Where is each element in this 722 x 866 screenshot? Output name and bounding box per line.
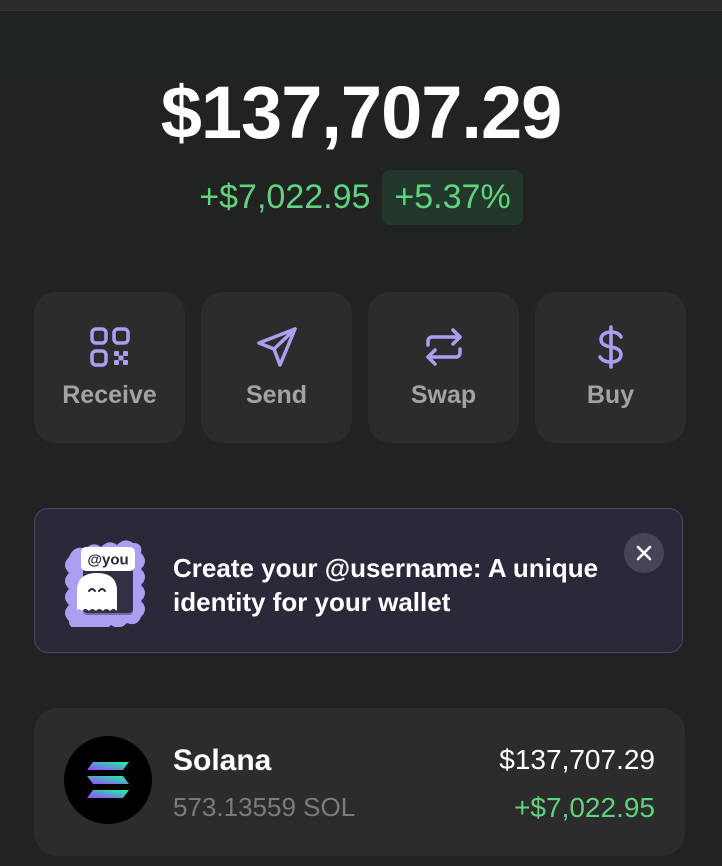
token-value: $137,707.29 <box>499 744 655 775</box>
send-icon <box>256 327 297 367</box>
total-balance: $137,707.29 <box>160 71 563 154</box>
swap-button[interactable]: Swap <box>368 292 519 443</box>
banner-message: Create your @username: A unique identity… <box>173 553 599 617</box>
username-ghost-illustration: @you <box>65 540 145 627</box>
qr-code-icon <box>89 327 130 367</box>
top-divider <box>0 0 722 11</box>
token-row-solana[interactable]: Solana 573.13559 SOL $137,707.29 +$7,022… <box>34 708 685 856</box>
token-change: +$7,022.95 <box>514 792 655 823</box>
solana-logo-icon <box>64 736 152 824</box>
balance-change-amount: +$7,022.95 <box>199 178 371 216</box>
swap-icon <box>425 328 462 366</box>
receive-button[interactable]: Receive <box>34 292 185 443</box>
buy-button[interactable]: Buy <box>535 292 686 443</box>
token-amount: 573.13559 SOL <box>173 792 356 822</box>
balance-change-row: +$7,022.95 +5.37% <box>0 170 722 225</box>
dollar-icon <box>597 325 623 369</box>
close-icon <box>636 545 652 561</box>
banner-close-button[interactable] <box>624 533 664 573</box>
token-name: Solana <box>173 744 272 777</box>
send-label: Send <box>245 381 308 409</box>
username-promo-banner[interactable]: @you Create your @username: A unique ide… <box>34 508 683 653</box>
username-tag-text: @you <box>87 552 128 569</box>
balance-change-percent-badge: +5.37% <box>382 170 523 225</box>
receive-label: Receive <box>62 381 157 409</box>
send-button[interactable]: Send <box>201 292 352 443</box>
buy-label: Buy <box>586 381 635 409</box>
action-buttons: Receive Send Swap Buy <box>34 292 686 443</box>
swap-label: Swap <box>410 381 477 409</box>
